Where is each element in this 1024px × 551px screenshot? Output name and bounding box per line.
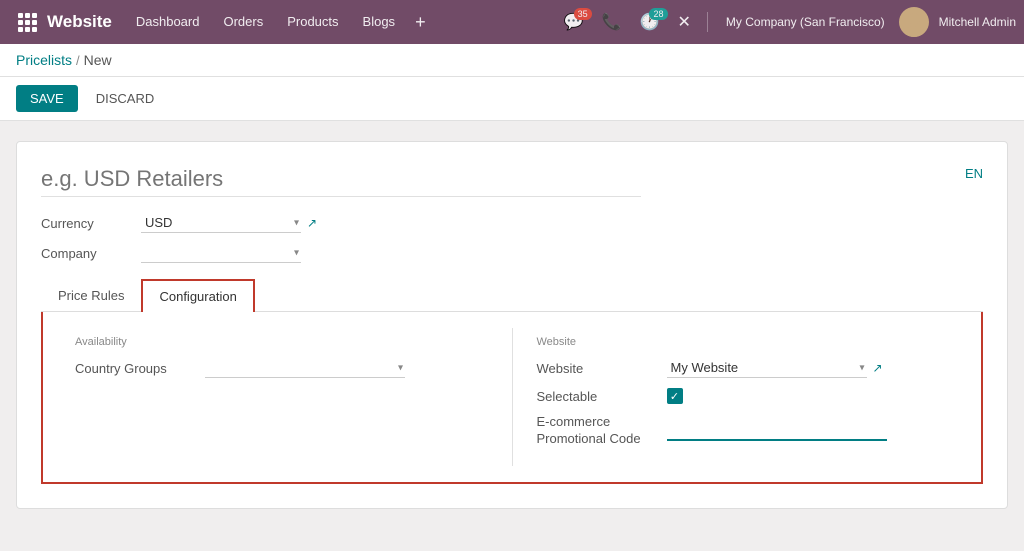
menu-blogs[interactable]: Blogs [351, 0, 408, 44]
app-grid-icon[interactable] [18, 13, 37, 32]
activity-button[interactable]: 🕐 28 [634, 12, 666, 32]
topnav-right: 💬 35 📞 🕐 28 ✕ My Company (San Francisco)… [558, 7, 1016, 37]
availability-column: Availability Country Groups ▾ [59, 328, 504, 466]
breadcrumb-parent[interactable]: Pricelists [16, 52, 72, 68]
selectable-checkbox[interactable]: ✓ [667, 388, 683, 404]
website-label: Website [537, 361, 667, 376]
messages-badge: 35 [574, 8, 592, 20]
add-menu-button[interactable]: + [407, 12, 434, 33]
config-col-divider [512, 328, 513, 466]
currency-field-row: Currency USD EUR GBP ▾ ↗ [41, 213, 983, 233]
checkmark-icon: ✓ [670, 390, 679, 403]
menu-products[interactable]: Products [275, 0, 350, 44]
website-field: Website My Website ▾ ↗ [537, 358, 950, 378]
selectable-field: Selectable ✓ [537, 388, 950, 404]
website-external-link-icon[interactable]: ↗ [873, 361, 883, 375]
currency-label: Currency [41, 216, 141, 231]
website-select[interactable]: My Website [667, 358, 867, 378]
settings-icon[interactable]: ✕ [672, 12, 697, 32]
language-badge[interactable]: EN [965, 166, 983, 181]
website-section-label: Website [537, 336, 950, 348]
configuration-panel: Availability Country Groups ▾ [41, 312, 983, 484]
company-field-row: Company My Company ▾ [41, 243, 983, 263]
pricelist-name-input[interactable] [41, 166, 641, 197]
country-groups-control: ▾ [205, 358, 488, 378]
brand-logo[interactable]: Website [8, 12, 122, 32]
country-groups-field: Country Groups ▾ [75, 358, 488, 378]
config-grid: Availability Country Groups ▾ [59, 328, 965, 466]
user-avatar[interactable] [899, 7, 929, 37]
availability-section-label: Availability [75, 336, 488, 348]
main-content: EN Currency USD EUR GBP ▾ ↗ Company [0, 121, 1024, 529]
top-navigation: Website Dashboard Orders Products Blogs … [0, 0, 1024, 44]
company-select-wrapper: My Company ▾ [141, 243, 301, 263]
currency-external-link-icon[interactable]: ↗ [307, 216, 317, 230]
main-menu: Dashboard Orders Products Blogs + [124, 0, 434, 44]
website-select-wrapper: My Website ▾ [667, 358, 867, 378]
promo-code-input[interactable] [667, 420, 887, 441]
website-column: Website Website My Website ▾ ↗ [521, 328, 966, 466]
form-card: EN Currency USD EUR GBP ▾ ↗ Company [16, 141, 1008, 509]
messages-button[interactable]: 💬 35 [558, 12, 590, 32]
name-row: EN [41, 166, 983, 197]
country-groups-select[interactable] [205, 358, 405, 378]
menu-dashboard[interactable]: Dashboard [124, 0, 212, 44]
currency-select-wrapper: USD EUR GBP ▾ [141, 213, 301, 233]
activity-badge: 28 [649, 8, 667, 20]
brand-name: Website [47, 12, 112, 32]
breadcrumb-current: New [84, 52, 112, 68]
currency-control: USD EUR GBP ▾ ↗ [141, 213, 317, 233]
country-groups-label: Country Groups [75, 361, 205, 376]
username-label: Mitchell Admin [939, 15, 1016, 29]
phone-button[interactable]: 📞 [596, 12, 628, 32]
company-name[interactable]: My Company (San Francisco) [718, 15, 893, 29]
menu-orders[interactable]: Orders [211, 0, 275, 44]
selectable-control: ✓ [667, 388, 950, 404]
country-groups-select-wrapper: ▾ [205, 358, 405, 378]
action-bar: SAVE DISCARD [0, 77, 1024, 121]
tab-configuration[interactable]: Configuration [141, 279, 254, 312]
website-control: My Website ▾ ↗ [667, 358, 950, 378]
promo-code-field: E-commerce Promotional Code [537, 414, 950, 448]
ecommerce-promo-label: E-commerce Promotional Code [537, 414, 667, 448]
tab-price-rules[interactable]: Price Rules [41, 279, 141, 312]
company-control: My Company ▾ [141, 243, 301, 263]
nav-divider [707, 12, 708, 32]
selectable-label: Selectable [537, 389, 667, 404]
save-button[interactable]: SAVE [16, 85, 78, 112]
breadcrumb: Pricelists / New [0, 44, 1024, 77]
currency-select[interactable]: USD EUR GBP [141, 213, 301, 233]
company-select[interactable]: My Company [141, 243, 301, 263]
promo-code-control [667, 420, 950, 441]
tabs-bar: Price Rules Configuration [41, 279, 983, 312]
breadcrumb-separator: / [76, 53, 80, 68]
discard-button[interactable]: DISCARD [86, 85, 165, 112]
company-label: Company [41, 246, 141, 261]
